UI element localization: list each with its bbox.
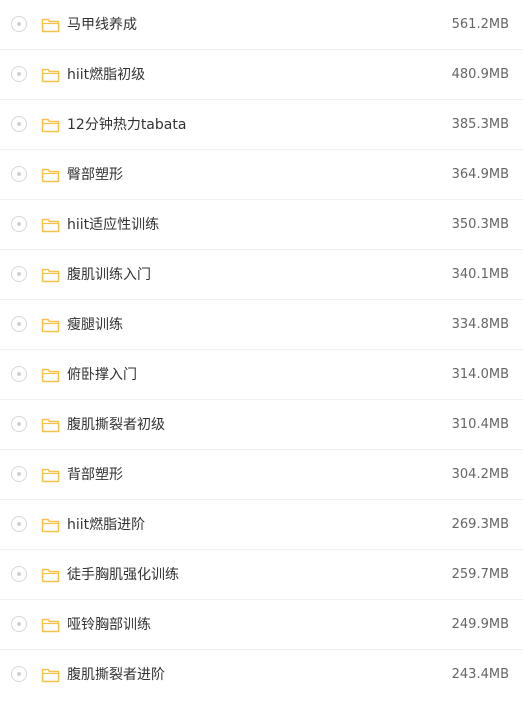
- folder-icon: [41, 367, 60, 383]
- file-name[interactable]: 腹肌训练入门: [67, 250, 151, 300]
- file-name[interactable]: 背部塑形: [67, 450, 123, 500]
- file-size: 364.9MB: [451, 167, 509, 182]
- file-name[interactable]: hiit适应性训练: [67, 200, 159, 250]
- file-size: 249.9MB: [451, 617, 509, 632]
- file-name[interactable]: 腹肌撕裂者进阶: [67, 650, 165, 700]
- file-name[interactable]: 12分钟热力tabata: [67, 100, 186, 150]
- folder-icon: [41, 467, 60, 483]
- file-row[interactable]: 背部塑形 304.2MB: [0, 450, 523, 500]
- select-radio-icon[interactable]: [11, 166, 27, 182]
- folder-icon: [41, 17, 60, 33]
- file-size: 340.1MB: [451, 267, 509, 282]
- file-row[interactable]: 马甲线养成 561.2MB: [0, 0, 523, 50]
- select-radio-icon[interactable]: [11, 416, 27, 432]
- file-name[interactable]: 瘦腿训练: [67, 300, 123, 350]
- folder-icon: [41, 267, 60, 283]
- select-radio-icon[interactable]: [11, 666, 27, 682]
- select-radio-icon[interactable]: [11, 216, 27, 232]
- folder-icon: [41, 67, 60, 83]
- select-radio-icon[interactable]: [11, 16, 27, 32]
- folder-icon: [41, 567, 60, 583]
- folder-icon: [41, 117, 60, 133]
- select-radio-icon[interactable]: [11, 316, 27, 332]
- file-row[interactable]: 哑铃胸部训练 249.9MB: [0, 600, 523, 650]
- folder-icon: [41, 417, 60, 433]
- file-row[interactable]: 腹肌训练入门 340.1MB: [0, 250, 523, 300]
- file-size: 269.3MB: [451, 517, 509, 532]
- file-size: 314.0MB: [451, 367, 509, 382]
- file-size: 334.8MB: [451, 317, 509, 332]
- file-row[interactable]: 臀部塑形 364.9MB: [0, 150, 523, 200]
- file-size: 259.7MB: [451, 567, 509, 582]
- select-radio-icon[interactable]: [11, 66, 27, 82]
- folder-icon: [41, 617, 60, 633]
- file-name[interactable]: hiit燃脂初级: [67, 50, 145, 100]
- file-size: 385.3MB: [451, 117, 509, 132]
- file-size: 310.4MB: [451, 417, 509, 432]
- folder-icon: [41, 217, 60, 233]
- file-name[interactable]: 马甲线养成: [67, 0, 137, 50]
- file-row[interactable]: 腹肌撕裂者进阶 243.4MB: [0, 650, 523, 700]
- file-row[interactable]: 12分钟热力tabata 385.3MB: [0, 100, 523, 150]
- file-list: 马甲线养成 561.2MB hiit燃脂初级 480.9MB 12分钟热力tab…: [0, 0, 523, 700]
- select-radio-icon[interactable]: [11, 366, 27, 382]
- file-row[interactable]: hiit燃脂初级 480.9MB: [0, 50, 523, 100]
- file-size: 243.4MB: [451, 667, 509, 682]
- select-radio-icon[interactable]: [11, 266, 27, 282]
- select-radio-icon[interactable]: [11, 566, 27, 582]
- file-name[interactable]: 臀部塑形: [67, 150, 123, 200]
- file-size: 480.9MB: [451, 67, 509, 82]
- file-size: 561.2MB: [451, 17, 509, 32]
- file-name[interactable]: 腹肌撕裂者初级: [67, 400, 165, 450]
- folder-icon: [41, 517, 60, 533]
- file-size: 304.2MB: [451, 467, 509, 482]
- file-row[interactable]: 徒手胸肌强化训练 259.7MB: [0, 550, 523, 600]
- select-radio-icon[interactable]: [11, 116, 27, 132]
- file-name[interactable]: hiit燃脂进阶: [67, 500, 145, 550]
- folder-icon: [41, 167, 60, 183]
- file-name[interactable]: 俯卧撑入门: [67, 350, 137, 400]
- select-radio-icon[interactable]: [11, 616, 27, 632]
- file-size: 350.3MB: [451, 217, 509, 232]
- select-radio-icon[interactable]: [11, 466, 27, 482]
- folder-icon: [41, 317, 60, 333]
- file-row[interactable]: hiit适应性训练 350.3MB: [0, 200, 523, 250]
- file-row[interactable]: 瘦腿训练 334.8MB: [0, 300, 523, 350]
- folder-icon: [41, 667, 60, 683]
- file-name[interactable]: 哑铃胸部训练: [67, 600, 151, 650]
- file-row[interactable]: hiit燃脂进阶 269.3MB: [0, 500, 523, 550]
- file-name[interactable]: 徒手胸肌强化训练: [67, 550, 179, 600]
- select-radio-icon[interactable]: [11, 516, 27, 532]
- file-row[interactable]: 腹肌撕裂者初级 310.4MB: [0, 400, 523, 450]
- file-row[interactable]: 俯卧撑入门 314.0MB: [0, 350, 523, 400]
